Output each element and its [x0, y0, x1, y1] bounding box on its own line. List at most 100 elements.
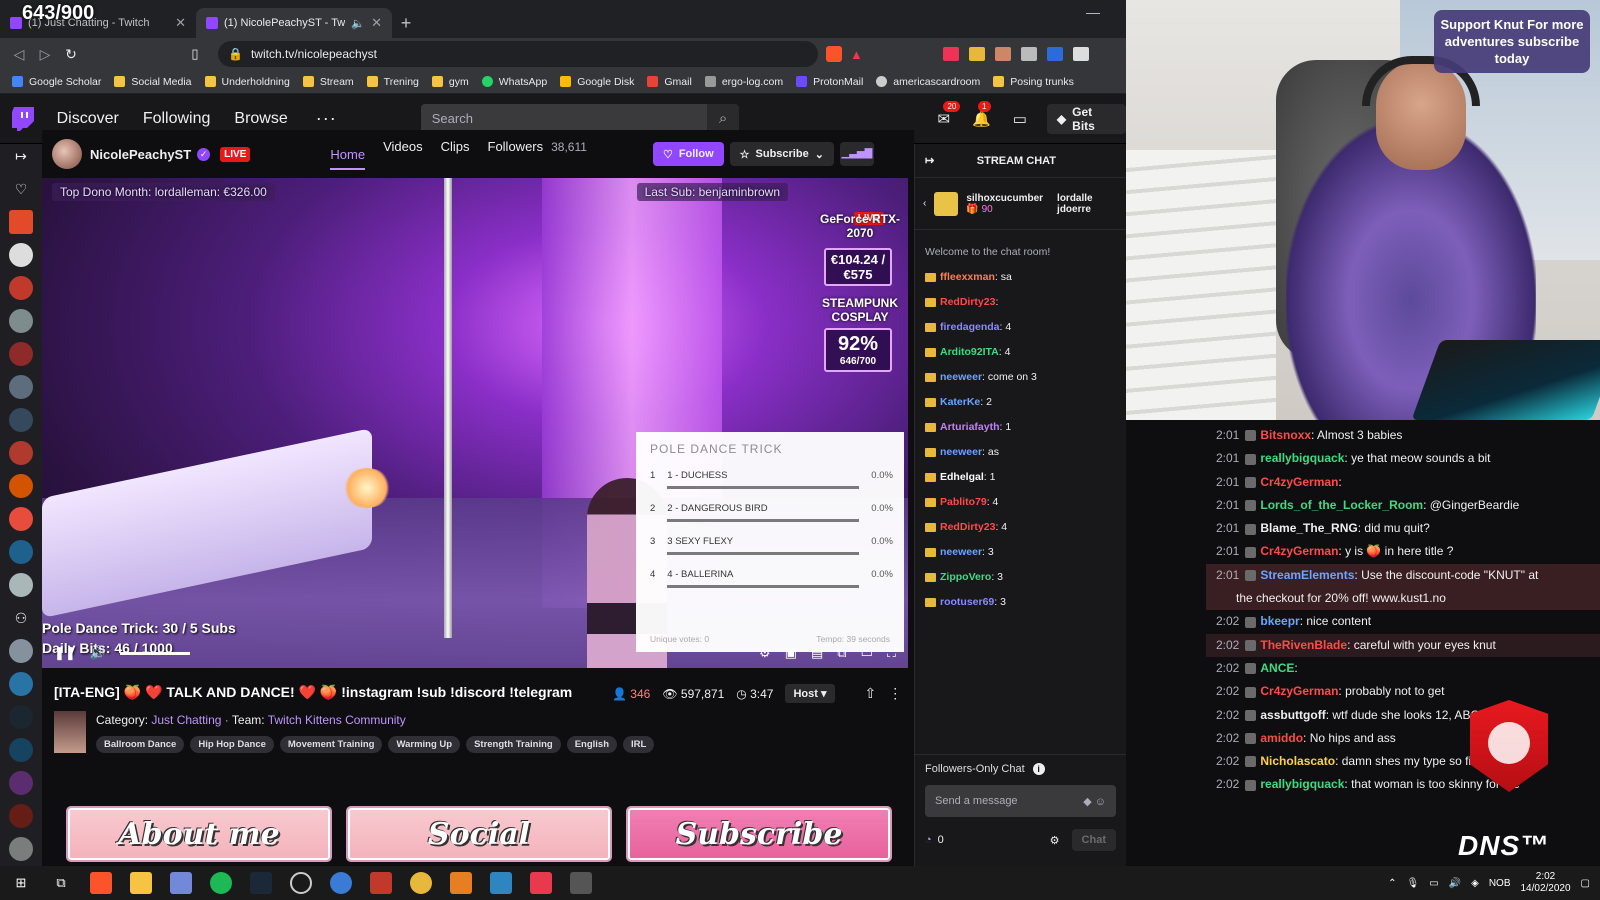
- tag[interactable]: IRL: [623, 736, 655, 753]
- channel-avatar[interactable]: [9, 474, 33, 498]
- microphone-icon[interactable]: 🎙: [1407, 878, 1420, 889]
- spotify-icon[interactable]: [210, 872, 232, 894]
- brave-shield-icon[interactable]: [826, 46, 842, 62]
- browser-tab-nicolepeachyst[interactable]: (1) NicolePeachyST - Twitch 🔈 ✕: [196, 8, 392, 38]
- brave-rewards-icon[interactable]: ▲: [850, 47, 863, 62]
- share-icon[interactable]: ⇧: [865, 685, 877, 702]
- file-explorer-icon[interactable]: [130, 872, 152, 894]
- chat-username[interactable]: Pablito79: [940, 496, 987, 508]
- theatre-mode-icon[interactable]: ▭: [861, 645, 873, 661]
- speaker-icon[interactable]: 🔈: [351, 17, 365, 30]
- bookmark-protonmail[interactable]: ProtonMail: [796, 76, 863, 88]
- clip-icon[interactable]: ▣: [785, 645, 797, 661]
- pause-icon[interactable]: ❚❚: [54, 645, 76, 661]
- bookmark-whatsapp[interactable]: WhatsApp: [481, 76, 547, 88]
- forward-icon[interactable]: ▷: [32, 46, 58, 63]
- whispers-icon[interactable]: ▭: [1013, 110, 1027, 128]
- network-icon[interactable]: ▭: [1429, 878, 1438, 889]
- channel-avatar[interactable]: [9, 276, 33, 300]
- new-tab-button[interactable]: +: [392, 8, 420, 38]
- extension-icon[interactable]: [1072, 47, 1089, 61]
- chat-username[interactable]: neeweer: [940, 546, 982, 558]
- nav-browse[interactable]: Browse: [234, 110, 287, 128]
- extension-icon[interactable]: [1020, 47, 1037, 61]
- chevron-left-icon[interactable]: ‹: [923, 198, 926, 209]
- tab-followers[interactable]: Followers 38,611: [488, 139, 587, 170]
- chevron-up-icon[interactable]: ⌃: [1388, 878, 1396, 889]
- host-button[interactable]: Host ▾: [785, 684, 835, 703]
- chat-username[interactable]: Edhelgal: [940, 471, 984, 483]
- stream-quality-icon[interactable]: ▁▃▅▇: [839, 142, 874, 166]
- panel-about-me[interactable]: About me: [68, 808, 330, 860]
- chat-username[interactable]: rootuser69: [940, 596, 994, 608]
- bookmark-ergo-log[interactable]: ergo-log.com: [704, 76, 783, 88]
- bookmark-social-media[interactable]: Social Media: [114, 76, 192, 88]
- chat-username[interactable]: KaterKe: [940, 396, 980, 408]
- subscribe-button[interactable]: ☆ Subscribe ⌄: [729, 142, 834, 166]
- chat-send-button[interactable]: Chat: [1071, 829, 1116, 851]
- expand-sidebar-icon[interactable]: ↦: [15, 144, 27, 168]
- system-clock[interactable]: 2:02 14/02/2020: [1520, 871, 1570, 895]
- bookmark-posing-trunks[interactable]: Posing trunks: [993, 76, 1074, 88]
- mini-player-icon[interactable]: ▤: [811, 645, 823, 661]
- channel-avatar[interactable]: [9, 507, 33, 531]
- chat-username[interactable]: neeweer: [940, 446, 982, 458]
- chat-username[interactable]: Ardito92ITA: [940, 346, 999, 358]
- chat-settings-icon[interactable]: ⚙: [1050, 834, 1060, 847]
- app-icon[interactable]: [330, 872, 352, 894]
- voicemeeter-icon[interactable]: [370, 872, 392, 894]
- panel-subscribe[interactable]: Subscribe: [628, 808, 890, 860]
- channel-avatar[interactable]: [9, 540, 33, 564]
- channel-avatar[interactable]: [9, 342, 33, 366]
- bookmark-google-disk[interactable]: Google Disk: [560, 76, 634, 88]
- info-icon[interactable]: i: [1032, 763, 1045, 775]
- chat-username[interactable]: Arturiafayth: [940, 421, 1000, 433]
- close-tab-icon[interactable]: ✕: [371, 15, 382, 31]
- bits-icon[interactable]: ◆ ☺: [1083, 795, 1106, 808]
- extension-icon[interactable]: [942, 47, 959, 61]
- close-tab-icon[interactable]: ✕: [175, 15, 186, 31]
- extension-icon[interactable]: [968, 47, 985, 61]
- settings-icon[interactable]: ⚙: [759, 645, 771, 661]
- brave-browser-icon[interactable]: [90, 872, 112, 894]
- chat-username[interactable]: RedDirty23: [940, 296, 995, 308]
- tab-videos[interactable]: Videos: [383, 139, 423, 170]
- search-icon[interactable]: ⌕: [706, 103, 740, 134]
- volume-icon[interactable]: 🔊: [1449, 878, 1461, 889]
- nav-following[interactable]: Following: [143, 110, 211, 128]
- team-link[interactable]: Twitch Kittens Community: [268, 713, 406, 727]
- tag[interactable]: Ballroom Dance: [96, 736, 185, 753]
- task-view-icon[interactable]: ⧉: [50, 872, 72, 894]
- bookmark-icon[interactable]: ▯: [180, 46, 210, 62]
- search-input[interactable]: Search: [420, 103, 707, 134]
- channel-avatar[interactable]: [9, 738, 33, 762]
- channel-avatar[interactable]: [52, 139, 82, 169]
- tag[interactable]: English: [566, 736, 618, 753]
- bookmark-trening[interactable]: Trening: [366, 76, 419, 88]
- channel-avatar[interactable]: [9, 210, 33, 234]
- channel-avatar[interactable]: [9, 837, 33, 861]
- channel-avatar[interactable]: [9, 705, 33, 729]
- notifications-icon[interactable]: 🔔 1: [972, 100, 991, 128]
- channel-avatar[interactable]: [9, 573, 33, 597]
- tag[interactable]: Warming Up: [388, 736, 461, 753]
- volume-slider[interactable]: [119, 651, 190, 655]
- tag[interactable]: Movement Training: [279, 736, 383, 753]
- chat-username[interactable]: ZippoVero: [940, 571, 991, 583]
- category-box-art[interactable]: [54, 711, 86, 753]
- channel-points[interactable]: ◔ 0: [925, 834, 944, 846]
- get-bits-button[interactable]: ◆ Get Bits: [1046, 103, 1126, 134]
- streamlabs-icon[interactable]: [450, 872, 472, 894]
- bookmark-google-scholar[interactable]: Google Scholar: [12, 76, 101, 88]
- channel-avatar[interactable]: [9, 771, 33, 795]
- chat-message-input[interactable]: Send a message ◆ ☺: [925, 785, 1116, 817]
- tab-home[interactable]: Home: [330, 147, 366, 170]
- bookmark-gym[interactable]: gym: [431, 76, 469, 88]
- top-gifter[interactable]: lordalle jdoerre: [1057, 193, 1093, 215]
- bookmark-gmail[interactable]: Gmail: [647, 76, 692, 88]
- chat-username[interactable]: firedagenda: [940, 321, 1000, 333]
- inbox-icon[interactable]: ✉ 20: [937, 100, 961, 128]
- collapse-chat-icon[interactable]: ↦: [925, 154, 934, 167]
- reload-icon[interactable]: ↻: [58, 46, 84, 63]
- bookmark-stream[interactable]: Stream: [302, 76, 354, 88]
